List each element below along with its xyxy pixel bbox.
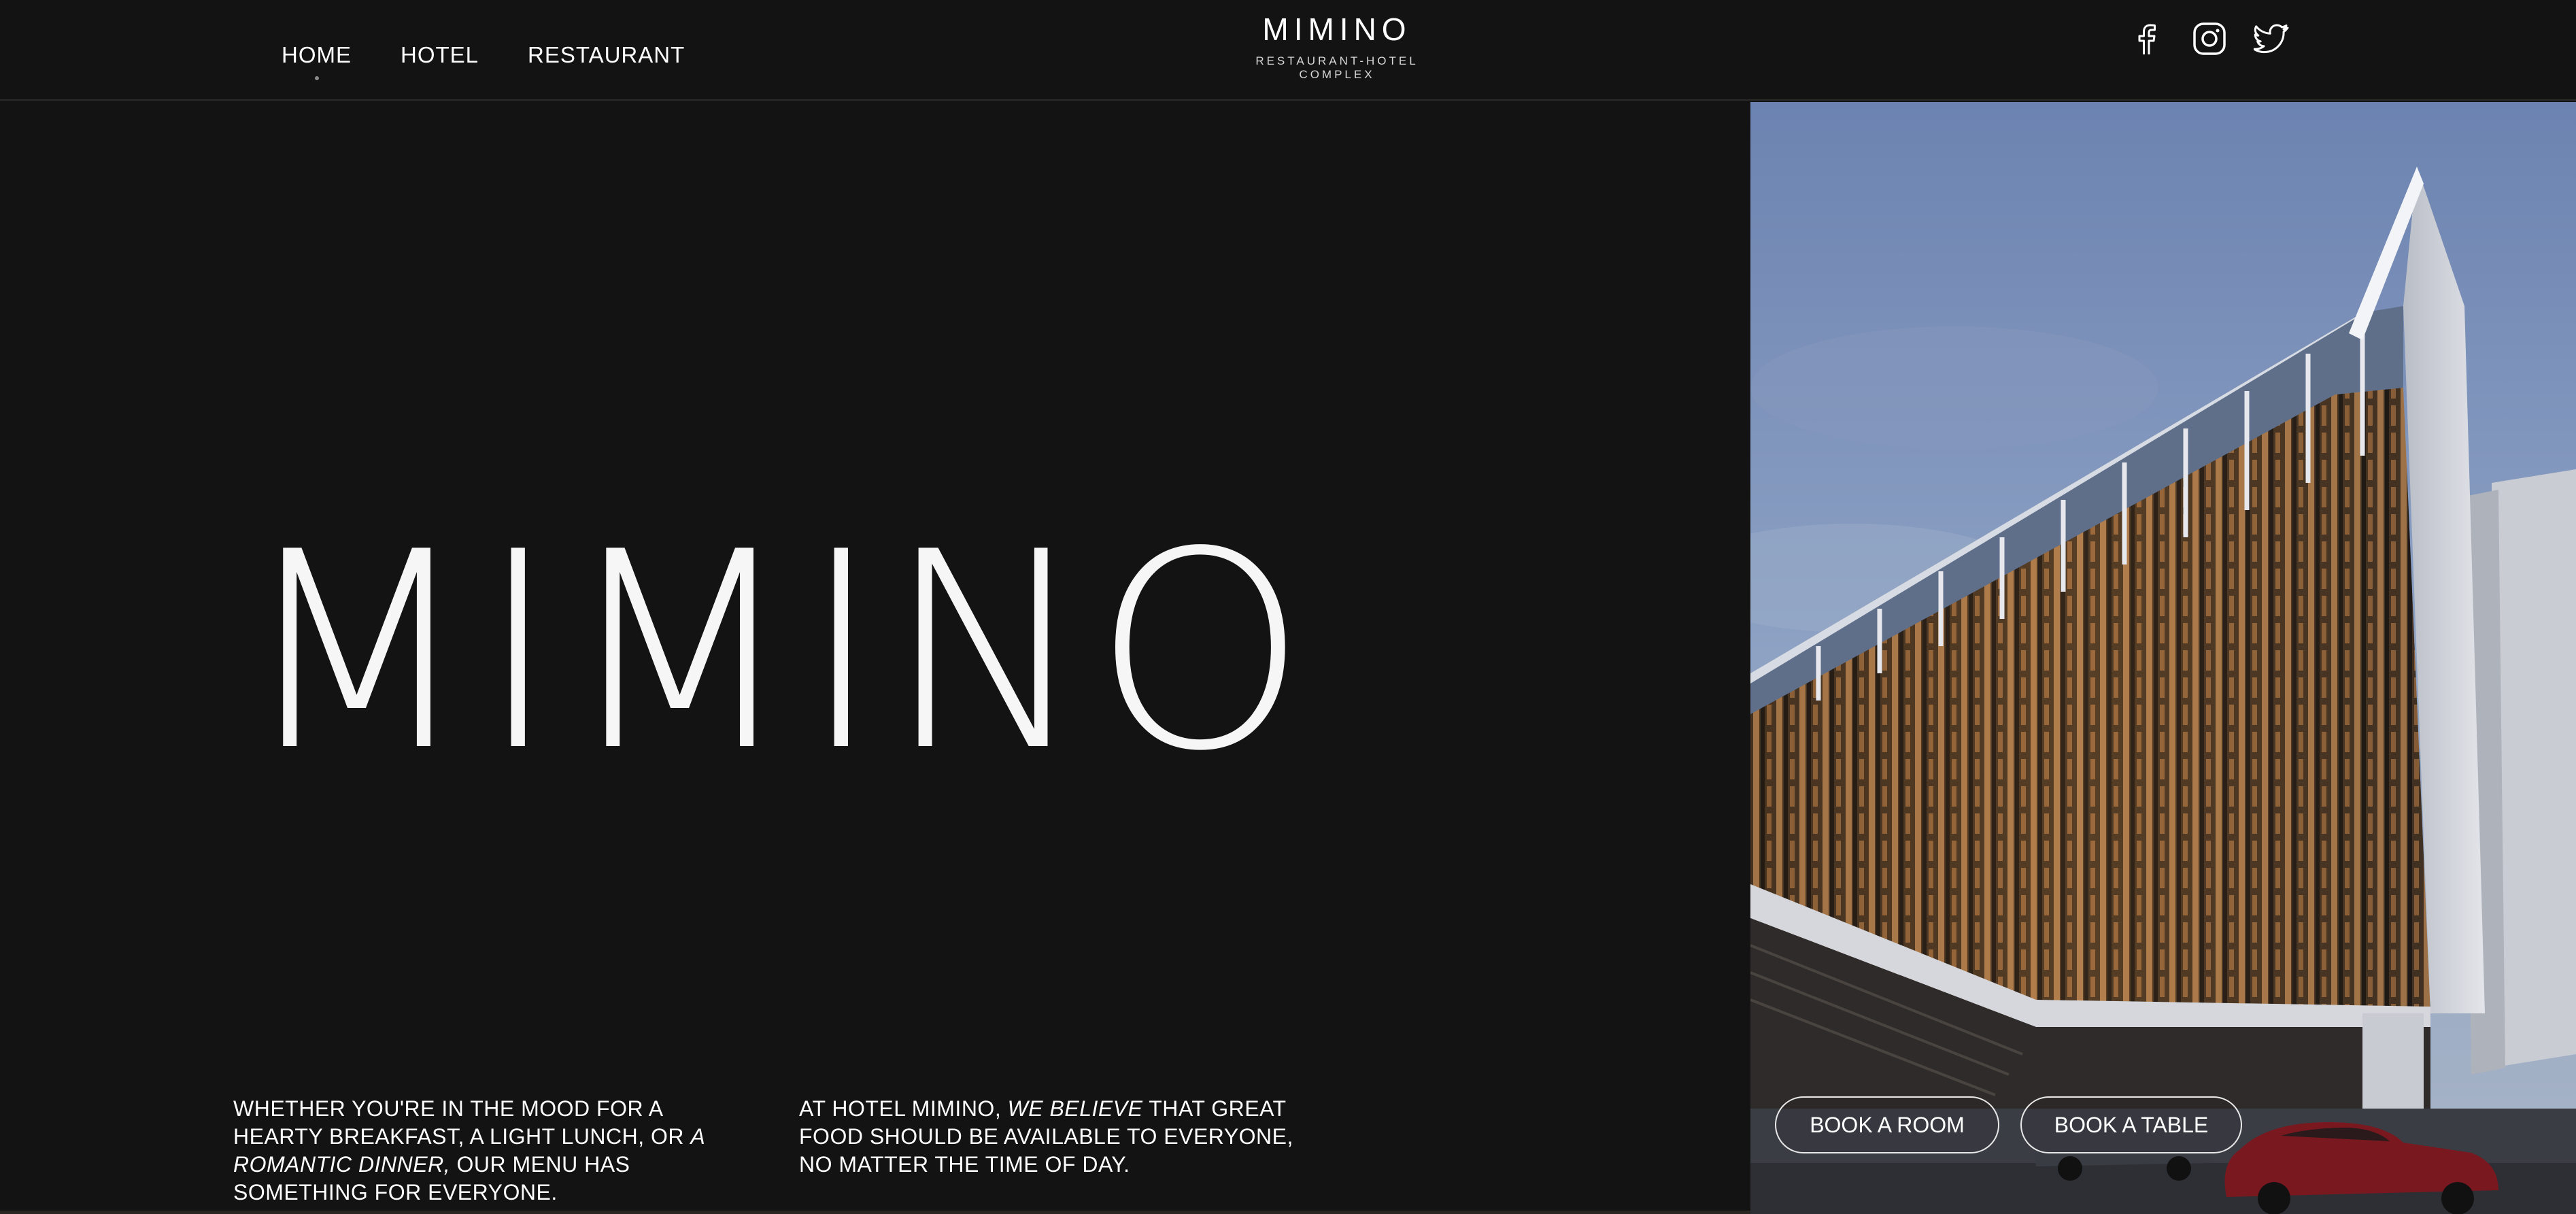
intro-paragraph-1: WHETHER YOU'RE IN THE MOOD FOR A HEARTY … [233, 1095, 750, 1207]
twitter-icon[interactable] [2252, 20, 2290, 57]
main-nav: HOME HOTEL RESTAURANT [282, 42, 734, 80]
active-indicator-dot [314, 76, 319, 80]
intro-paragraph-2: AT HOTEL MIMINO, WE BELIEVE THAT GREAT F… [799, 1095, 1302, 1179]
nav-item-home[interactable]: HOME [282, 42, 352, 80]
nav-item-label: HOTEL [401, 42, 479, 67]
facebook-icon[interactable] [2129, 20, 2165, 57]
book-room-button[interactable]: BOOK A ROOM [1775, 1096, 1999, 1153]
paragraph-text: AT HOTEL MIMINO, [799, 1096, 1008, 1121]
bottom-divider [0, 1211, 1750, 1214]
brand-tagline: RESTAURANT-HOTEL COMPLEX [1255, 54, 1419, 81]
nav-item-label: HOME [282, 42, 352, 67]
page: HOME HOTEL RESTAURANT MIMINO RESTAURANT-… [0, 0, 2576, 1214]
hotel-building-photo [1750, 102, 2576, 1214]
instagram-icon[interactable] [2191, 20, 2228, 57]
nav-item-restaurant[interactable]: RESTAURANT [528, 42, 685, 68]
book-table-button[interactable]: BOOK A TABLE [2020, 1096, 2242, 1153]
paragraph-text: WHETHER YOU'RE IN THE MOOD FOR A HEARTY … [233, 1096, 691, 1149]
paragraph-emphasis: WE BELIEVE [1007, 1096, 1143, 1121]
nav-item-hotel[interactable]: HOTEL [401, 42, 479, 68]
site-header: HOME HOTEL RESTAURANT MIMINO RESTAURANT-… [0, 0, 2576, 101]
hero-title: MIMINO [239, 494, 1312, 811]
social-links [2129, 20, 2290, 57]
brand-logo[interactable]: MIMINO RESTAURANT-HOTEL COMPLEX [1221, 11, 1453, 82]
nav-item-label: RESTAURANT [528, 42, 685, 67]
brand-name: MIMINO [1262, 12, 1412, 47]
